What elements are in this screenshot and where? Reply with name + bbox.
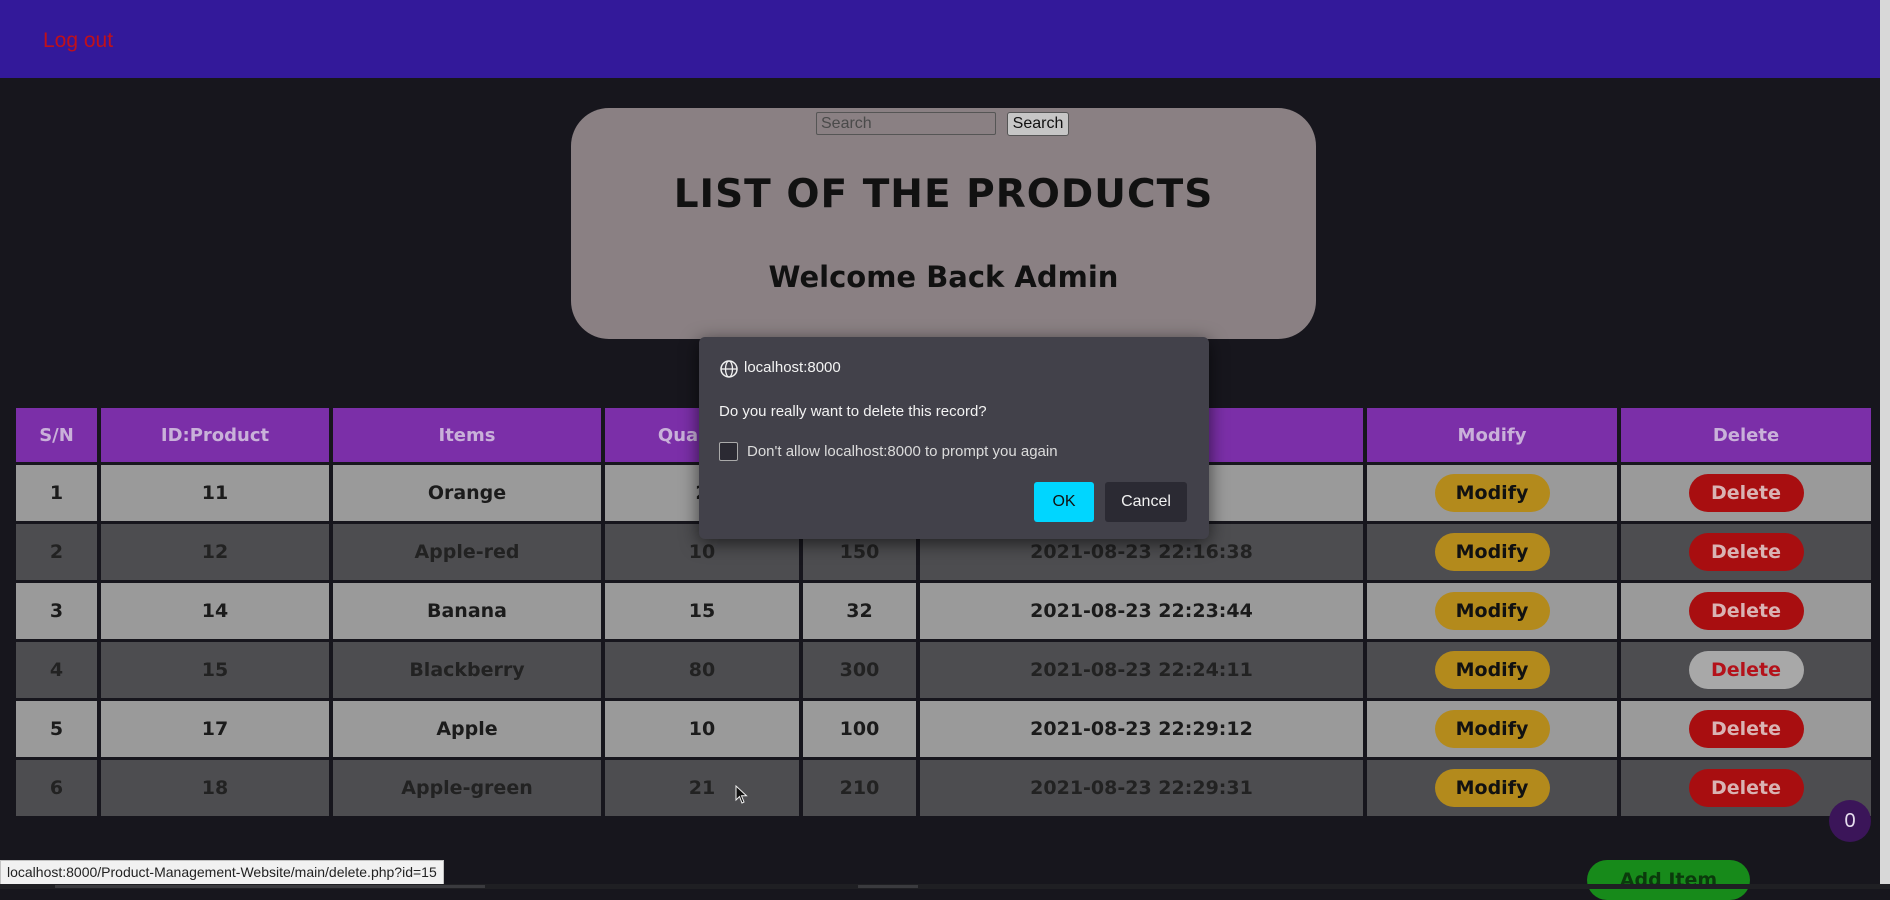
delete-button[interactable]: Delete [1688,533,1804,571]
cell-delete: Delete [1621,701,1871,757]
add-item-button[interactable]: Add Item [1587,860,1750,900]
cursor-icon [735,785,748,804]
dialog-ok-button[interactable]: OK [1034,482,1094,522]
table-row: 6 18 Apple-green 21 210 2021-08-23 22:29… [16,760,1871,816]
modify-button[interactable]: Modify [1434,533,1550,571]
delete-button[interactable]: Delete [1688,651,1804,689]
delete-button[interactable]: Delete [1688,769,1804,807]
suppress-prompts-checkbox[interactable] [719,442,738,461]
cell-quantity: 80 [605,642,799,698]
dialog-cancel-button[interactable]: Cancel [1105,482,1187,522]
dialog-message: Do you really want to delete this record… [719,403,987,420]
column-header-items: Items [333,408,601,462]
welcome-message: Welcome Back Admin [768,260,1119,294]
cell-modify: Modify [1367,701,1617,757]
cell-id: 15 [101,642,329,698]
cell-5: 210 [803,760,916,816]
cell-id: 11 [101,465,329,521]
cell-modify: Modify [1367,642,1617,698]
search-button[interactable]: Search [1007,112,1069,136]
modify-button[interactable]: Modify [1434,769,1550,807]
horizontal-scrollbar[interactable] [0,884,1890,889]
page-scrollbar[interactable] [1880,0,1890,889]
cell-modify: Modify [1367,524,1617,580]
scrollbar-track-segment [55,885,485,888]
cell-item: Apple-green [333,760,601,816]
cell-modify: Modify [1367,465,1617,521]
cell-sn: 4 [16,642,97,698]
hero-card [571,108,1316,339]
cell-sn: 1 [16,465,97,521]
cell-item: Blackberry [333,642,601,698]
column-header-sn: S/N [16,408,97,462]
cell-date: 2021-08-23 22:24:11 [920,642,1363,698]
cell-item: Apple-red [333,524,601,580]
table-row: 3 14 Banana 15 32 2021-08-23 22:23:44 Mo… [16,583,1871,639]
cell-5: 300 [803,642,916,698]
column-header-delete: Delete [1621,408,1871,462]
cell-sn: 2 [16,524,97,580]
globe-icon [720,360,738,378]
delete-button[interactable]: Delete [1688,592,1804,630]
cell-id: 14 [101,583,329,639]
column-header-id: ID:Product [101,408,329,462]
table-row: 4 15 Blackberry 80 300 2021-08-23 22:24:… [16,642,1871,698]
cell-5: 100 [803,701,916,757]
scrollbar-thumb[interactable] [858,885,918,888]
cell-id: 12 [101,524,329,580]
modify-button[interactable]: Modify [1434,474,1550,512]
dialog-origin: localhost:8000 [744,359,841,376]
suppress-prompts-label[interactable]: Don't allow localhost:8000 to prompt you… [747,443,1058,460]
column-header-modify: Modify [1367,408,1617,462]
table-row: 5 17 Apple 10 100 2021-08-23 22:29:12 Mo… [16,701,1871,757]
cell-5: 32 [803,583,916,639]
cell-delete: Delete [1621,583,1871,639]
delete-button[interactable]: Delete [1688,474,1804,512]
cart-count-badge[interactable]: 0 [1829,800,1871,842]
page-title: LIST OF THE PRODUCTS [673,172,1214,217]
cell-item: Banana [333,583,601,639]
modify-button[interactable]: Modify [1434,710,1550,748]
cell-delete: Delete [1621,642,1871,698]
cell-delete: Delete [1621,465,1871,521]
cell-id: 17 [101,701,329,757]
logout-link[interactable]: Log out [43,29,113,53]
cell-sn: 3 [16,583,97,639]
cell-quantity: 10 [605,701,799,757]
cell-id: 18 [101,760,329,816]
cell-item: Orange [333,465,601,521]
cell-delete: Delete [1621,524,1871,580]
confirm-dialog: localhost:8000 Do you really want to del… [699,337,1209,539]
modify-button[interactable]: Modify [1434,651,1550,689]
cell-date: 2021-08-23 22:29:12 [920,701,1363,757]
cell-sn: 5 [16,701,97,757]
cell-modify: Modify [1367,760,1617,816]
search-input[interactable] [816,112,996,135]
cell-date: 2021-08-23 22:23:44 [920,583,1363,639]
cell-quantity: 21 [605,760,799,816]
modify-button[interactable]: Modify [1434,592,1550,630]
cell-date: 2021-08-23 22:29:31 [920,760,1363,816]
cell-quantity: 15 [605,583,799,639]
delete-button[interactable]: Delete [1688,710,1804,748]
status-bar-url: localhost:8000/Product-Management-Websit… [0,860,444,885]
cell-sn: 6 [16,760,97,816]
top-nav-bar: Log out [0,0,1890,78]
cell-modify: Modify [1367,583,1617,639]
cell-item: Apple [333,701,601,757]
